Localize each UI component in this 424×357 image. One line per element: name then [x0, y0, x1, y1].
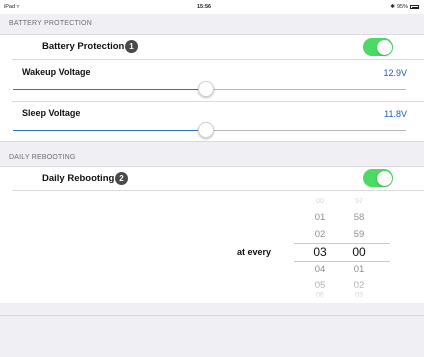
battery-protection-toggle[interactable] [363, 38, 393, 56]
step-badge-2: 2 [115, 172, 128, 185]
slider-thumb[interactable] [197, 81, 214, 97]
battery-protection-row: Battery Protection 1 [0, 34, 424, 59]
section-header-battery-protection: BATTERY PROTECTION [0, 14, 424, 34]
sleep-voltage-label: Sleep Voltage [22, 108, 81, 118]
slider-fill [13, 89, 206, 90]
battery-protection-label: Battery Protection [42, 41, 125, 52]
minute-option[interactable]: 59 [344, 229, 374, 240]
sleep-voltage-value: 11.8V [384, 109, 407, 119]
bluetooth-icon: ✱ [390, 4, 395, 10]
bottom-bar [0, 315, 424, 357]
hour-option[interactable]: 04 [305, 264, 335, 275]
minute-option-selected[interactable]: 00 [344, 245, 374, 259]
wakeup-voltage-label: Wakeup Voltage [22, 67, 91, 77]
minute-option[interactable]: 01 [344, 264, 374, 275]
step-badge-1: 1 [125, 40, 138, 53]
daily-rebooting-toggle[interactable] [363, 169, 393, 187]
divider [0, 141, 424, 142]
section-header-daily-rebooting: DAILY REBOOTING [0, 148, 424, 168]
wakeup-voltage-slider[interactable] [13, 81, 406, 97]
battery-protection-group: Battery Protection 1 Wakeup Voltage 12.9… [0, 34, 424, 142]
battery-percent: 95% [396, 4, 408, 10]
picker-selection-top-line [294, 243, 390, 244]
wakeup-voltage-value: 12.9V [383, 68, 407, 78]
toggle-knob [376, 170, 392, 186]
sleep-voltage-row: Sleep Voltage 11.8V [0, 102, 424, 142]
slider-thumb[interactable] [197, 122, 214, 138]
sleep-voltage-slider[interactable] [13, 122, 406, 138]
picker-selection-bottom-line [294, 261, 390, 262]
daily-rebooting-group: Daily Rebooting 2 [0, 166, 424, 191]
slider-fill [13, 130, 206, 131]
wakeup-voltage-row: Wakeup Voltage 12.9V [0, 60, 424, 100]
status-bar: iPad ▿ 15:56 ✱ 95% [0, 0, 424, 14]
at-every-label: at every [237, 247, 272, 257]
device-name: iPad [4, 4, 16, 10]
picker-fade-bottom [294, 277, 390, 303]
daily-rebooting-label: Daily Rebooting [42, 173, 115, 184]
battery-icon [410, 5, 419, 9]
reboot-time-picker-area: at every 00 01 02 03 04 05 06 57 58 59 0… [0, 191, 424, 303]
picker-fade-top [294, 191, 390, 217]
hour-option[interactable]: 02 [305, 229, 335, 240]
hour-option-selected[interactable]: 03 [305, 245, 335, 259]
wifi-icon: ▿ [16, 4, 20, 10]
status-time: 15:56 [197, 4, 212, 10]
divider [0, 166, 424, 167]
toggle-knob [376, 39, 392, 55]
